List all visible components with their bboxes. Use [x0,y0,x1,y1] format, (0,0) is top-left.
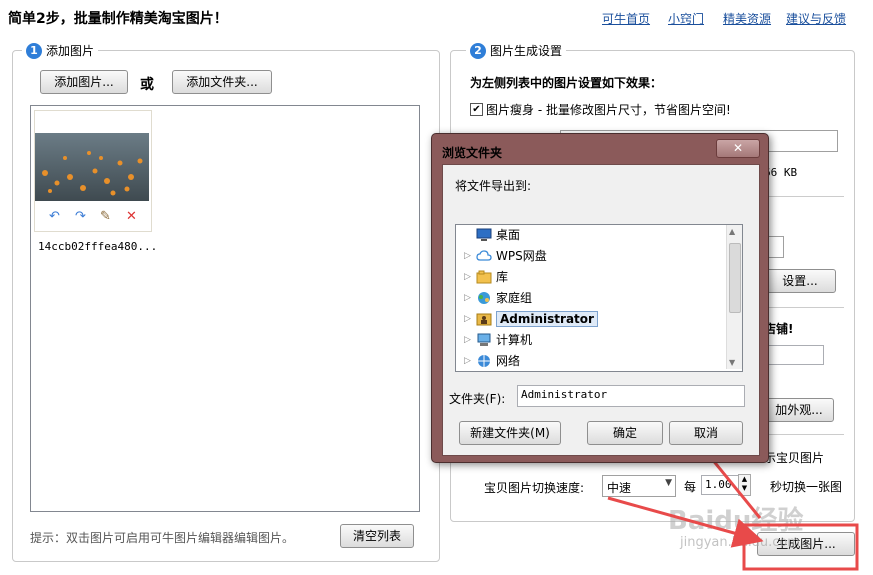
new-folder-button[interactable]: 新建文件夹(M) [459,421,561,445]
arrow-right [607,496,764,548]
highlight-box [742,523,859,571]
network-icon [478,354,490,367]
cloud-icon [476,249,492,261]
dialog-prompt: 将文件导出到: [455,179,532,193]
tree-scrollbar[interactable]: ▲ ▼ [726,225,742,369]
tree-item-administrator[interactable]: ▷ Administrator [464,309,598,328]
cancel-button[interactable]: 取消 [669,421,743,445]
scroll-thumb[interactable] [729,243,741,313]
folder-label: 文件夹(F): [449,392,506,406]
dialog-body: 将文件导出到: 桌面 ▷ WPS网盘 ▷ 库 ▷ 家庭组 ▷ Administr… [442,164,760,456]
tree-item-homegroup[interactable]: ▷ 家庭组 [464,288,532,307]
dialog-title: 浏览文件夹 [442,146,503,160]
tree-item-label: 库 [496,270,509,284]
ok-button[interactable]: 确定 [587,421,663,445]
close-icon[interactable]: ✕ [716,139,760,158]
expand-arrow-icon[interactable]: ▷ [464,314,472,324]
tree-item-label: 计算机 [496,333,533,347]
expand-arrow-icon[interactable]: ▷ [464,293,472,303]
expand-arrow-icon[interactable]: ▷ [464,356,472,366]
homegroup-icon [478,291,490,304]
folder-tree[interactable]: 桌面 ▷ WPS网盘 ▷ 库 ▷ 家庭组 ▷ Administrator ▷ 计… [455,224,743,372]
tree-item-label-selected: Administrator [496,310,598,327]
browse-folder-dialog: 浏览文件夹 ✕ 将文件导出到: 桌面 ▷ WPS网盘 ▷ 库 ▷ 家庭组 ▷ A… [431,133,769,463]
computer-icon [477,333,491,346]
tree-item-library[interactable]: ▷ 库 [464,267,508,286]
tree-item-network[interactable]: ▷ 网络 [464,351,520,370]
tree-item-label: 网络 [496,354,521,368]
expand-arrow-icon[interactable]: ▷ [464,272,472,282]
desktop-icon [476,228,492,241]
expand-arrow-icon[interactable]: ▷ [464,335,472,345]
tree-item-wps[interactable]: ▷ WPS网盘 [464,246,547,265]
user-folder-icon [476,313,492,325]
tree-item-label: 桌面 [496,228,521,242]
scroll-down-icon[interactable]: ▼ [729,358,735,367]
tree-item-desktop[interactable]: 桌面 [464,225,520,244]
tree-item-computer[interactable]: ▷ 计算机 [464,330,532,349]
tree-item-label: WPS网盘 [496,249,547,263]
tree-item-label: 家庭组 [496,291,533,305]
scroll-up-icon[interactable]: ▲ [729,227,735,236]
expand-arrow-icon[interactable]: ▷ [464,251,472,261]
library-icon [476,270,492,283]
folder-input[interactable]: Administrator [517,385,745,407]
